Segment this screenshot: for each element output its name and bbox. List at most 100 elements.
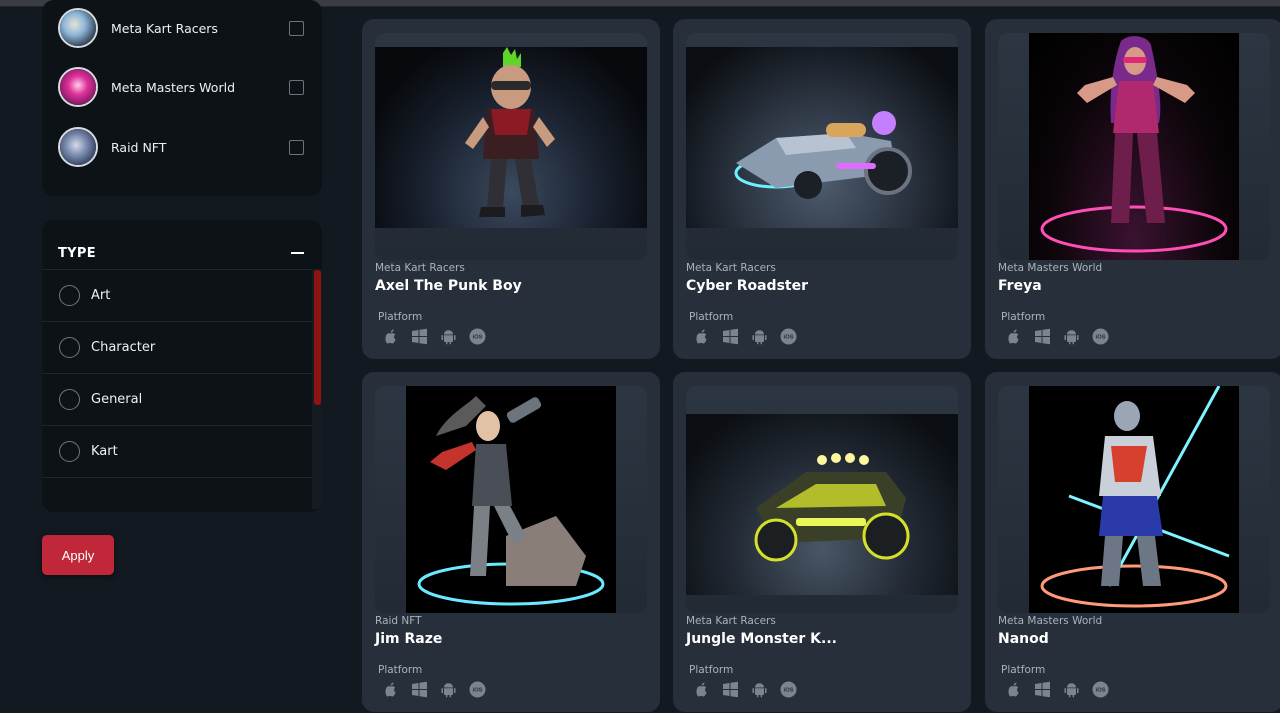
collection-filter-panel: Meta Kart Racers Meta Masters World Raid… xyxy=(42,0,322,196)
collection-option-meta-masters-world[interactable]: Meta Masters World xyxy=(58,67,306,107)
collection-avatar xyxy=(58,127,98,167)
type-option-character[interactable]: Character xyxy=(42,321,312,373)
platform-label: Platform xyxy=(378,311,423,323)
card-title[interactable]: Cyber Roadster xyxy=(686,278,808,294)
nft-image[interactable] xyxy=(375,386,647,613)
nft-card[interactable]: Meta Kart Racers Axel The Punk Boy Platf… xyxy=(362,19,660,359)
card-collection: Meta Masters World xyxy=(998,262,1103,274)
apple-icon xyxy=(696,329,707,343)
collection-checkbox[interactable] xyxy=(289,20,304,36)
card-collection: Meta Kart Racers xyxy=(686,262,776,274)
ios-icon: iOS xyxy=(469,328,486,344)
apple-icon xyxy=(1008,329,1019,343)
jim-raze-artwork xyxy=(417,396,605,606)
type-option-label: General xyxy=(91,392,143,407)
platform-label: Platform xyxy=(689,311,734,323)
card-collection: Meta Kart Racers xyxy=(686,615,776,627)
svg-text:iOS: iOS xyxy=(1096,687,1106,693)
ios-icon: iOS xyxy=(780,681,797,697)
type-option-label: Art xyxy=(91,288,111,303)
nft-card[interactable]: Meta Masters World Nanod Platform iOS xyxy=(985,372,1280,712)
nft-image[interactable] xyxy=(686,386,958,613)
scrollbar-thumb[interactable] xyxy=(314,270,321,405)
platform-label: Platform xyxy=(1001,664,1046,676)
platform-label: Platform xyxy=(1001,311,1046,323)
svg-text:iOS: iOS xyxy=(784,687,794,693)
card-title[interactable]: Jim Raze xyxy=(375,631,442,647)
platform-icons: iOS xyxy=(693,327,797,345)
radio-button[interactable] xyxy=(59,441,80,462)
type-option-more xyxy=(42,477,312,512)
ios-icon: iOS xyxy=(469,681,486,697)
platform-label: Platform xyxy=(689,664,734,676)
android-icon xyxy=(441,682,456,697)
windows-icon xyxy=(412,681,427,697)
collection-label: Raid NFT xyxy=(111,139,167,155)
type-filter-panel: TYPE Art Character General Kart xyxy=(42,220,322,512)
nft-image[interactable] xyxy=(375,33,647,260)
svg-text:iOS: iOS xyxy=(1096,334,1106,340)
card-title[interactable]: Axel The Punk Boy xyxy=(375,278,522,294)
apple-icon xyxy=(1008,682,1019,696)
nanod-artwork xyxy=(1040,386,1230,608)
platform-icons: iOS xyxy=(693,680,797,698)
radio-button[interactable] xyxy=(59,337,80,358)
collection-checkbox[interactable] xyxy=(289,139,304,155)
type-option-label: Kart xyxy=(91,444,118,459)
card-title[interactable]: Freya xyxy=(998,278,1042,294)
apple-icon xyxy=(385,329,396,343)
apple-icon xyxy=(385,682,396,696)
type-option-art[interactable]: Art xyxy=(42,269,312,321)
android-icon xyxy=(752,329,767,344)
ios-icon: iOS xyxy=(1092,328,1109,344)
collection-option-meta-kart-racers[interactable]: Meta Kart Racers xyxy=(58,8,306,48)
card-collection: Meta Kart Racers xyxy=(375,262,465,274)
type-option-general[interactable]: General xyxy=(42,373,312,425)
windows-icon xyxy=(1035,681,1050,697)
platform-icons: iOS xyxy=(382,680,486,698)
cyber-roadster-artwork xyxy=(734,111,912,199)
card-collection: Meta Masters World xyxy=(998,615,1103,627)
type-options-list: Art Character General Kart xyxy=(42,269,312,512)
platform-icons: iOS xyxy=(1005,327,1109,345)
card-title[interactable]: Jungle Monster K... xyxy=(686,631,837,647)
type-option-label: Character xyxy=(91,340,156,355)
card-collection: Raid NFT xyxy=(375,615,422,627)
android-icon xyxy=(441,329,456,344)
platform-icons: iOS xyxy=(1005,680,1109,698)
nft-card[interactable]: Meta Masters World Freya Platform iOS xyxy=(985,19,1280,359)
nft-image[interactable] xyxy=(686,33,958,260)
punk-boy-artwork xyxy=(465,47,555,217)
nft-card[interactable]: Raid NFT Jim Raze Platform iOS xyxy=(362,372,660,712)
platform-icons: iOS xyxy=(382,327,486,345)
windows-icon xyxy=(412,328,427,344)
card-title[interactable]: Nanod xyxy=(998,631,1049,647)
android-icon xyxy=(1064,682,1079,697)
radio-button[interactable] xyxy=(59,285,80,306)
windows-icon xyxy=(1035,328,1050,344)
jungle-monster-kart-artwork xyxy=(754,453,910,562)
windows-icon xyxy=(723,328,738,344)
nft-card[interactable]: Meta Kart Racers Jungle Monster K... Pla… xyxy=(673,372,971,712)
collection-avatar xyxy=(58,67,98,107)
ios-icon: iOS xyxy=(1092,681,1109,697)
collapse-icon[interactable] xyxy=(291,252,304,254)
collection-checkbox[interactable] xyxy=(289,79,304,95)
radio-button[interactable] xyxy=(59,389,80,410)
svg-text:iOS: iOS xyxy=(473,334,483,340)
type-filter-heading: TYPE xyxy=(58,246,96,261)
type-option-kart[interactable]: Kart xyxy=(42,425,312,477)
freya-artwork xyxy=(1040,36,1228,253)
svg-text:iOS: iOS xyxy=(784,334,794,340)
collection-option-raid-nft[interactable]: Raid NFT xyxy=(58,127,306,167)
windows-icon xyxy=(723,681,738,697)
collection-label: Meta Masters World xyxy=(111,79,236,95)
ios-icon: iOS xyxy=(780,328,797,344)
nft-image[interactable] xyxy=(998,386,1270,613)
nft-image[interactable] xyxy=(998,33,1270,260)
svg-text:iOS: iOS xyxy=(473,687,483,693)
android-icon xyxy=(752,682,767,697)
collection-avatar xyxy=(58,8,98,48)
apply-button[interactable]: Apply xyxy=(42,535,114,575)
nft-card[interactable]: Meta Kart Racers Cyber Roadster Platform… xyxy=(673,19,971,359)
